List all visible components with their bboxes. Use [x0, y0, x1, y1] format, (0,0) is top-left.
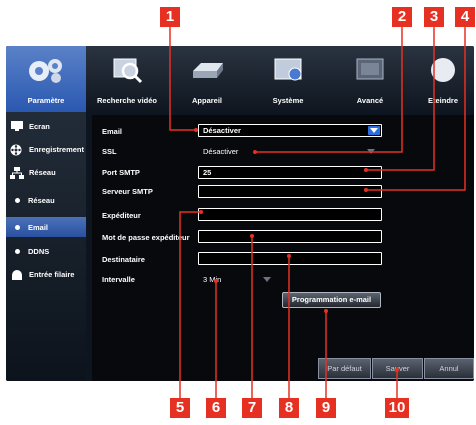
leader-line-5 [179, 211, 201, 398]
leader-dot-10 [395, 368, 399, 372]
callout-7: 7 [242, 398, 262, 418]
callout-1: 1 [160, 7, 180, 27]
leader-dot-2 [253, 150, 257, 154]
callout-9: 9 [316, 398, 336, 418]
callout-5: 5 [170, 398, 190, 418]
leader-dot-8 [287, 254, 291, 258]
leader-dot-3 [364, 168, 368, 172]
leader-dot-9 [324, 309, 328, 313]
leader-dot-1 [194, 128, 198, 132]
callout-3: 3 [424, 7, 444, 27]
leader-line-3 [366, 27, 435, 171]
leader-line-1 [169, 27, 196, 131]
leader-line-4 [366, 27, 466, 191]
leader-dot-7 [250, 234, 254, 238]
leader-dot-6 [214, 279, 218, 283]
leader-dot-5 [199, 210, 203, 214]
callout-leader-lines [169, 27, 466, 398]
callout-8: 8 [279, 398, 299, 418]
callout-2: 2 [392, 7, 412, 27]
leader-line-2 [255, 27, 403, 153]
callout-10: 10 [385, 398, 409, 418]
callout-4: 4 [455, 7, 475, 27]
callout-6: 6 [206, 398, 226, 418]
leader-dot-4 [364, 188, 368, 192]
